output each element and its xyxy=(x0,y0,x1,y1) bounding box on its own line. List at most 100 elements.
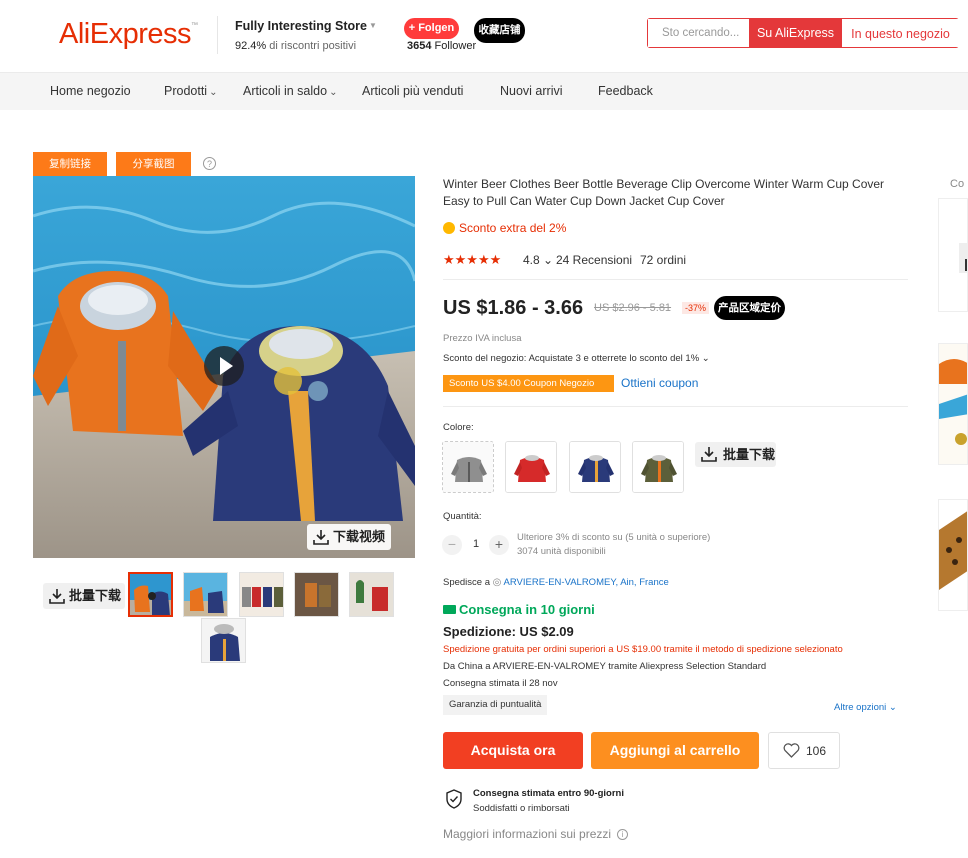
favorite-store-button[interactable]: 收藏店铺 xyxy=(474,18,525,43)
more-price-info-link[interactable]: Maggiori informazioni sui prezzi i xyxy=(443,827,629,841)
download-icon xyxy=(49,589,65,604)
search-store-button[interactable]: In questo negozio xyxy=(842,19,959,47)
nav-products[interactable]: Prodotti ⌄ xyxy=(164,84,217,98)
chevron-down-icon: ⌄ xyxy=(329,87,338,98)
thumbnail-4[interactable] xyxy=(294,572,339,617)
color-swatch-navy[interactable] xyxy=(569,441,621,493)
buy-now-button[interactable]: Acquista ora xyxy=(443,732,583,769)
swatch-image xyxy=(506,442,556,492)
thumbnail-1[interactable] xyxy=(128,572,173,617)
delivery-time: Consegna in 10 giorni xyxy=(443,602,595,617)
search-aliexpress-button[interactable]: Su AliExpress xyxy=(749,18,842,48)
download-icon xyxy=(701,447,717,462)
rating-value[interactable]: 4.8 ⌄ xyxy=(523,253,553,267)
follow-button[interactable]: + Folgen xyxy=(404,18,459,39)
thumbnail-2[interactable] xyxy=(183,572,228,617)
guarantee-title: Consegna stimata entro 90-giorni xyxy=(473,788,624,799)
logo-text: AliExpress xyxy=(59,18,192,50)
nav-label: Articoli in saldo xyxy=(243,84,328,98)
chevron-down-icon: ⌄ xyxy=(888,702,897,713)
more-options-label: Altre opzioni xyxy=(834,702,887,713)
thumbnail-image xyxy=(350,573,393,616)
side-card[interactable] xyxy=(938,198,968,312)
play-video-icon[interactable] xyxy=(204,346,244,386)
store-nav: Home negozio Prodotti ⌄ Articoli in saldo… xyxy=(0,72,968,110)
follower-number: 3654 xyxy=(407,40,432,52)
quantity-label: Quantità: xyxy=(443,511,482,522)
rating-value: 92.4% xyxy=(235,40,267,52)
search-input[interactable] xyxy=(648,19,749,47)
nav-feedback[interactable]: Feedback xyxy=(598,84,653,98)
side-card-image xyxy=(939,344,967,464)
nav-new-arrivals[interactable]: Nuovi arrivi xyxy=(500,84,563,98)
truck-icon xyxy=(443,605,456,614)
delivery-label: Consegna in 10 giorni xyxy=(459,602,595,617)
original-price: US $2.96 - 5.81 xyxy=(594,302,672,314)
estimated-delivery: Consegna stimata il 28 nov xyxy=(443,678,558,689)
side-card[interactable] xyxy=(938,499,968,611)
info-icon: i xyxy=(617,829,629,841)
quantity-increment-button[interactable]: + xyxy=(489,535,509,555)
side-card-image xyxy=(939,199,967,311)
thumbnail-image xyxy=(240,573,283,616)
color-swatch-olive[interactable] xyxy=(632,441,684,493)
wishlist-button[interactable]: 106 xyxy=(768,732,840,769)
store-rating: 92.4% di riscontri positivi xyxy=(235,40,356,52)
region-price-button[interactable]: 产品区域定价 xyxy=(714,296,785,320)
more-shipping-options[interactable]: Altre opzioni ⌄ xyxy=(834,702,897,713)
share-screenshot-button[interactable]: 分享截图 xyxy=(116,152,191,176)
swatch-image xyxy=(570,442,620,492)
help-icon[interactable]: ? xyxy=(203,157,216,170)
store-header: AliExpress™ Fully Interesting Store ▼ 92… xyxy=(0,0,968,72)
batch-download-button[interactable]: 批量下载 xyxy=(695,442,776,467)
aliexpress-logo[interactable]: AliExpress™ xyxy=(59,18,198,51)
color-swatch-red[interactable] xyxy=(505,441,557,493)
shield-icon xyxy=(446,789,462,809)
rating-stars[interactable]: ★★★★★ xyxy=(443,252,501,268)
coin-icon xyxy=(443,222,455,234)
follower-label: Follower xyxy=(434,40,477,52)
download-icon xyxy=(313,530,329,545)
store-name[interactable]: Fully Interesting Store xyxy=(235,19,367,33)
divider xyxy=(443,279,908,280)
shipping-route: Da China a ARVIERE-EN-VALROMEY tramite A… xyxy=(443,661,767,672)
nav-home[interactable]: Home negozio xyxy=(50,84,131,98)
shipping-cost: Spedizione: US $2.09 xyxy=(443,624,574,639)
side-card[interactable] xyxy=(938,343,968,465)
batch-download-label: 批量下载 xyxy=(723,447,776,462)
thumbnail-image xyxy=(295,573,338,616)
color-swatch-grey[interactable] xyxy=(442,441,494,493)
reviews-link[interactable]: 24 Recensioni xyxy=(556,253,632,267)
thumbnail-image xyxy=(184,573,227,616)
ship-location[interactable]: ARVIERE-EN-VALROMEY, Ain, France xyxy=(504,577,669,588)
swatch-image xyxy=(633,442,683,492)
side-card-image xyxy=(939,500,967,610)
thumbnail-3[interactable] xyxy=(239,572,284,617)
ship-to[interactable]: Spedisce a ◎ ARVIERE-EN-VALROMEY, Ain, F… xyxy=(443,577,669,588)
get-coupon-link[interactable]: Ottieni coupon xyxy=(621,376,698,390)
thumbnail-6[interactable] xyxy=(201,618,246,663)
thumbnail-5[interactable] xyxy=(349,572,394,617)
bulk-discount-note: Ulteriore 3% di sconto su (5 unità o sup… xyxy=(517,532,711,543)
punctuality-badge: Garanzia di puntualità xyxy=(443,695,548,715)
add-to-cart-button[interactable]: Aggiungi al carrello xyxy=(591,732,759,769)
quantity-value[interactable]: 1 xyxy=(473,538,479,550)
extra-discount: Sconto extra del 2% xyxy=(443,221,566,235)
copy-link-button[interactable]: 复制链接 xyxy=(33,152,107,176)
store-discount[interactable]: Sconto del negozio: Acquistate 3 e otter… xyxy=(443,353,710,364)
stock-available: 3074 unità disponibili xyxy=(517,546,606,557)
wishlist-count: 106 xyxy=(806,744,827,758)
download-video-button[interactable]: 下载视频 xyxy=(307,524,391,550)
more-price-info-label: Maggiori informazioni sui prezzi xyxy=(443,827,612,841)
quantity-decrement-button[interactable]: − xyxy=(442,535,462,555)
batch-download-button[interactable]: 批量下载 xyxy=(43,583,125,609)
store-caret-icon[interactable]: ▼ xyxy=(369,21,377,30)
swatch-image xyxy=(443,442,493,492)
product-title: Winter Beer Clothes Beer Bottle Beverage… xyxy=(443,177,885,208)
main-product-image[interactable] xyxy=(33,176,415,558)
nav-bestsellers[interactable]: Articoli più venduti xyxy=(362,84,463,98)
header-divider xyxy=(217,16,218,54)
chevron-down-icon: ⌄ xyxy=(209,87,218,98)
nav-label: Articoli più venduti xyxy=(362,84,464,98)
nav-sale[interactable]: Articoli in saldo ⌄ xyxy=(243,84,337,98)
